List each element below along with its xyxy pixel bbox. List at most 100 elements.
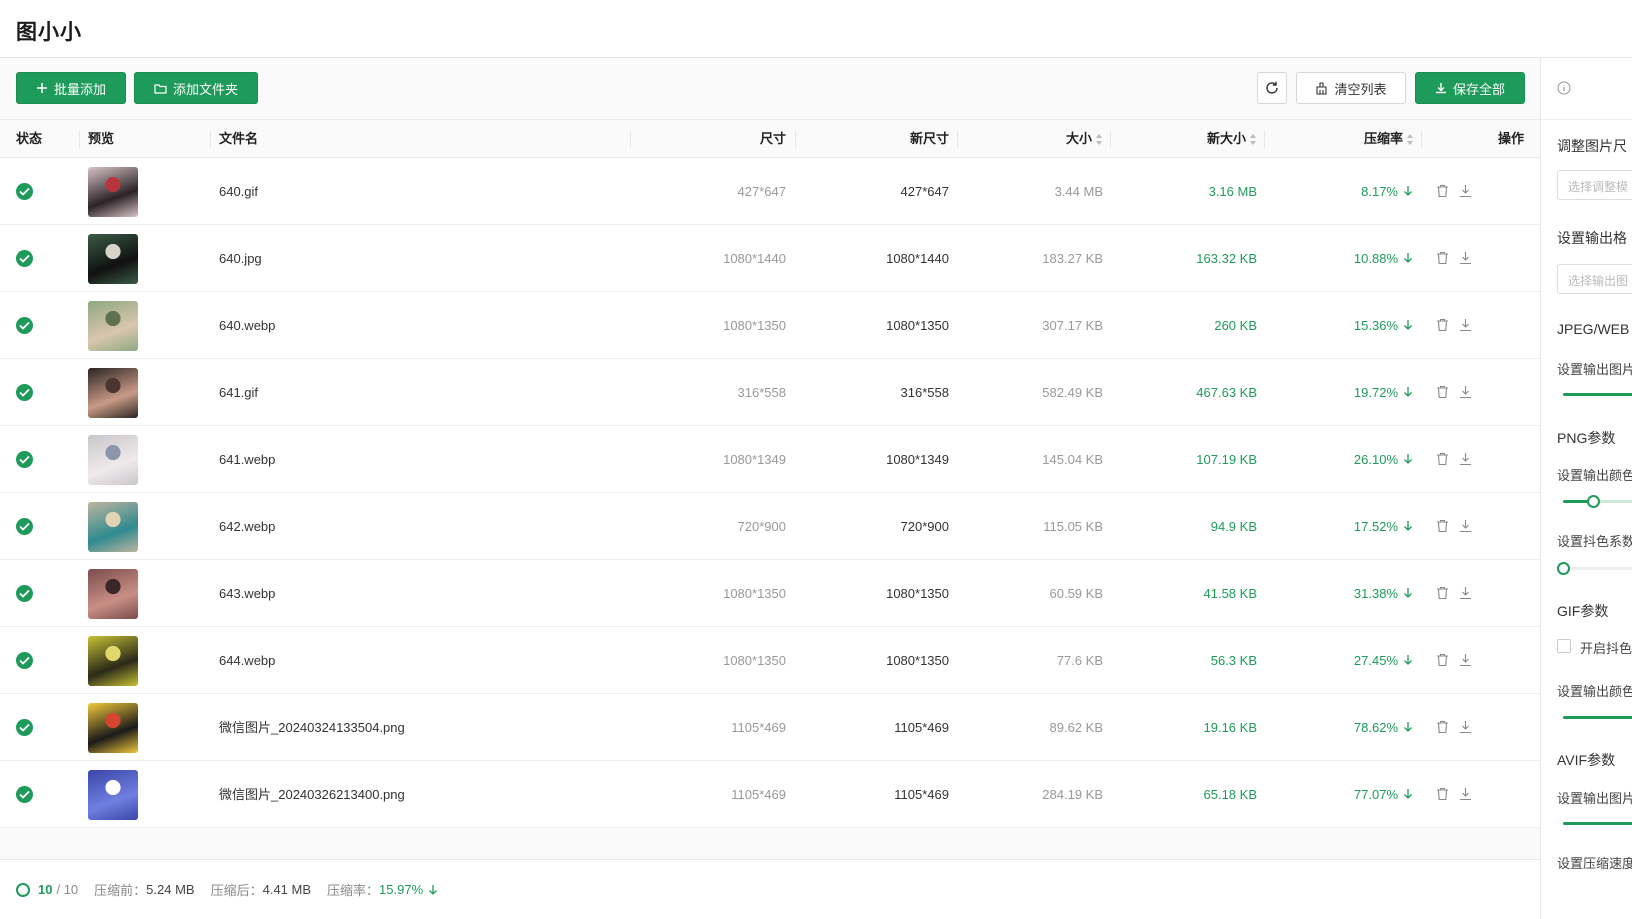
refresh-button[interactable] <box>1257 72 1287 104</box>
header-new-size-label: 新大小 <box>1206 131 1246 146</box>
save-all-button[interactable]: 保存全部 <box>1415 72 1525 104</box>
download-icon[interactable] <box>1459 653 1472 667</box>
original-dimensions: 1080*1350 <box>723 586 786 601</box>
jpeg-quality-slider[interactable] <box>1563 393 1632 396</box>
slider-handle[interactable] <box>1587 495 1600 508</box>
header-divider <box>795 130 796 148</box>
gif-dither-checkbox[interactable] <box>1557 639 1571 653</box>
avif-section-title: AVIF参数 <box>1557 752 1616 768</box>
table-row[interactable]: 640.webp 1080*1350 1080*1350 307.17 KB 260 K… <box>0 292 1540 359</box>
preview-thumbnail[interactable] <box>88 167 138 217</box>
original-size: 183.27 KB <box>1042 251 1103 266</box>
arrow-down-icon <box>1404 186 1412 196</box>
original-dimensions: 720*900 <box>737 519 786 534</box>
avif-quality-slider[interactable] <box>1563 822 1632 825</box>
table-row[interactable]: 640.jpg 1080*1440 1080*1440 183.27 KB 163.32… <box>0 225 1540 292</box>
delete-icon[interactable] <box>1436 385 1449 399</box>
status-success-icon <box>16 585 33 602</box>
header-new-size[interactable]: 新大小 <box>1207 120 1257 158</box>
format-label: 设置输出格 <box>1557 230 1627 246</box>
arrow-down-icon <box>1404 521 1412 531</box>
arrow-down-icon <box>1404 253 1412 263</box>
table-row[interactable]: 644.webp 1080*1350 1080*1350 77.6 KB 56.3 KB… <box>0 627 1540 694</box>
status-success-icon <box>16 652 33 669</box>
arrow-down-icon <box>1404 320 1412 330</box>
delete-icon[interactable] <box>1436 184 1449 198</box>
preview-thumbnail[interactable] <box>88 770 138 820</box>
table-row[interactable]: 642.webp 720*900 720*900 115.05 KB 94.9 KB 17… <box>0 493 1540 560</box>
preview-thumbnail[interactable] <box>88 234 138 284</box>
download-icon[interactable] <box>1459 385 1472 399</box>
delete-icon[interactable] <box>1436 251 1449 265</box>
status-success-icon <box>16 317 33 334</box>
delete-icon[interactable] <box>1436 318 1449 332</box>
resize-select[interactable]: 选择调整模 <box>1557 170 1632 200</box>
arrow-down-icon <box>1404 655 1412 665</box>
status-success-icon <box>16 451 33 468</box>
row-actions <box>1436 787 1472 801</box>
arrow-down-icon <box>1404 387 1412 397</box>
new-size: 3.16 MB <box>1208 184 1257 199</box>
delete-icon[interactable] <box>1436 653 1449 667</box>
gif-colors-slider[interactable] <box>1563 716 1632 719</box>
delete-icon[interactable] <box>1436 452 1449 466</box>
slider-handle[interactable] <box>1557 562 1570 575</box>
file-name: 640.jpg <box>219 251 262 266</box>
title-bar: 图小小 <box>0 0 1632 58</box>
header-size-label: 大小 <box>1065 131 1092 146</box>
status-footer: 10 / 10 压缩前： 5.24 MB 压缩后： 4.41 MB 压缩率： 1… <box>0 859 1540 919</box>
preview-thumbnail[interactable] <box>88 502 138 552</box>
compression-ratio-value: 31.38% <box>1353 586 1398 601</box>
original-size: 145.04 KB <box>1042 452 1103 467</box>
info-icon[interactable] <box>1557 81 1571 95</box>
download-icon[interactable] <box>1459 452 1472 466</box>
preview-thumbnail[interactable] <box>88 636 138 686</box>
header-divider <box>1421 130 1422 148</box>
batch-add-button[interactable]: 批量添加 <box>16 72 126 104</box>
table-row[interactable]: 643.webp 1080*1350 1080*1350 60.59 KB 41.58 … <box>0 560 1540 627</box>
resize-label: 调整图片尺 <box>1557 138 1627 154</box>
ratio-value: 15.97% <box>379 882 424 897</box>
format-select[interactable]: 选择输出图 <box>1557 264 1632 294</box>
download-icon[interactable] <box>1459 787 1472 801</box>
preview-thumbnail[interactable] <box>88 435 138 485</box>
clear-list-button[interactable]: 清空列表 <box>1296 72 1406 104</box>
download-icon[interactable] <box>1459 586 1472 600</box>
header-ratio[interactable]: 压缩率 <box>1364 120 1414 158</box>
preview-thumbnail[interactable] <box>88 301 138 351</box>
new-size: 19.16 KB <box>1203 720 1258 735</box>
download-icon[interactable] <box>1459 720 1472 734</box>
toolbar: 批量添加 添加文件夹 清空列表 保存全部 <box>0 58 1540 120</box>
png-colors-slider[interactable] <box>1563 495 1632 508</box>
new-dimensions: 1080*1350 <box>886 318 949 333</box>
add-folder-button[interactable]: 添加文件夹 <box>134 72 258 104</box>
table-header: 状态 预览 文件名 尺寸 新尺寸 大小 新大小 压缩率 操作 <box>0 120 1540 158</box>
compression-ratio-value: 17.52% <box>1353 519 1398 534</box>
header-ratio-label: 压缩率 <box>1363 131 1403 146</box>
delete-icon[interactable] <box>1436 787 1449 801</box>
preview-thumbnail[interactable] <box>88 368 138 418</box>
table-row[interactable]: 641.webp 1080*1349 1080*1349 145.04 KB 107.1… <box>0 426 1540 493</box>
download-icon[interactable] <box>1459 519 1472 533</box>
avif-speed-label: 设置压缩速度 <box>1557 856 1632 871</box>
row-actions <box>1436 653 1472 667</box>
table-row[interactable]: 微信图片_20240326213400.png 1105*469 1105*469 2… <box>0 761 1540 828</box>
preview-thumbnail[interactable] <box>88 703 138 753</box>
slider-fill <box>1563 822 1632 825</box>
download-icon[interactable] <box>1459 251 1472 265</box>
download-icon[interactable] <box>1459 184 1472 198</box>
delete-icon[interactable] <box>1436 519 1449 533</box>
preview-thumbnail[interactable] <box>88 569 138 619</box>
table-row[interactable]: 641.gif 316*558 316*558 582.49 KB 467.63 KB 1… <box>0 359 1540 426</box>
table-row[interactable]: 640.gif 427*647 427*647 3.44 MB 3.16 MB 8.17% <box>0 158 1540 225</box>
table-row[interactable]: 微信图片_20240324133504.png 1105*469 1105*469 8… <box>0 694 1540 761</box>
delete-icon[interactable] <box>1436 720 1449 734</box>
header-preview: 预览 <box>88 131 115 146</box>
header-size[interactable]: 大小 <box>1066 120 1103 158</box>
delete-icon[interactable] <box>1436 586 1449 600</box>
original-dimensions: 427*647 <box>737 184 786 199</box>
row-actions <box>1436 586 1472 600</box>
new-dimensions: 1080*1349 <box>886 452 949 467</box>
download-icon[interactable] <box>1459 318 1472 332</box>
png-dither-slider[interactable] <box>1557 562 1632 575</box>
